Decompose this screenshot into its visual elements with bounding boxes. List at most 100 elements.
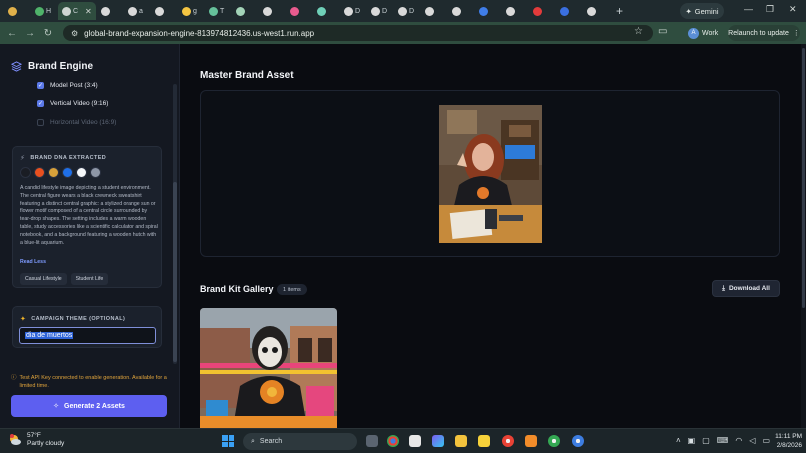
download-label: Download All xyxy=(728,285,770,292)
tag-chip: Student Life xyxy=(70,273,109,285)
browser-tab[interactable]: C ✕ xyxy=(58,2,96,20)
browser-tab[interactable] xyxy=(421,2,447,20)
browser-tab[interactable]: D xyxy=(394,2,420,20)
format-option-model-post[interactable]: ✓ Model Post (3:4) xyxy=(37,82,98,89)
browser-tab[interactable] xyxy=(475,2,501,20)
address-bar[interactable]: ⚙ global-brand-expansion-engine-81397481… xyxy=(63,25,653,41)
chrome-alt-icon[interactable] xyxy=(572,435,584,447)
task-view-icon[interactable] xyxy=(366,435,378,447)
cast-icon[interactable]: ▭ xyxy=(658,26,667,37)
relaunch-button[interactable]: Relaunch to update ⋮ xyxy=(728,25,800,41)
close-window-button[interactable]: ✕ xyxy=(789,4,797,15)
gallery-item[interactable] xyxy=(200,308,337,428)
browser-tab[interactable] xyxy=(529,2,555,20)
chrome-icon[interactable] xyxy=(387,435,399,447)
layers-icon xyxy=(11,61,22,72)
start-button[interactable] xyxy=(222,435,234,447)
browser-tab[interactable]: a xyxy=(124,2,150,20)
notification-icon[interactable]: ▣ xyxy=(688,436,696,445)
generate-assets-button[interactable]: ✧ Generate 2 Assets xyxy=(11,395,167,417)
browser-tab[interactable] xyxy=(502,2,528,20)
browser-tab[interactable]: D xyxy=(367,2,393,20)
color-swatch[interactable] xyxy=(62,167,73,178)
tab-label: C xyxy=(73,7,79,15)
restore-button[interactable]: ❐ xyxy=(766,4,774,15)
chrome-work-icon[interactable] xyxy=(548,435,560,447)
format-option-horizontal-video[interactable]: Horizontal Video (16:9) xyxy=(37,119,116,126)
browser-tab[interactable] xyxy=(313,2,339,20)
forward-icon[interactable]: → xyxy=(21,28,39,39)
copilot-icon[interactable] xyxy=(432,435,444,447)
magic-wand-icon: ⚡ xyxy=(20,155,26,162)
color-swatch[interactable] xyxy=(20,167,31,178)
campaign-theme-input[interactable]: dia de muertos xyxy=(19,327,156,344)
browser-tab[interactable] xyxy=(448,2,474,20)
tab-favicon-icon xyxy=(290,6,299,16)
sidebar-scroll-thumb[interactable] xyxy=(173,182,177,362)
color-swatch[interactable] xyxy=(48,167,59,178)
color-swatch[interactable] xyxy=(34,167,45,178)
master-asset-image[interactable] xyxy=(439,105,542,243)
profile-button[interactable]: A Work xyxy=(688,25,724,41)
clock-date: 2/8/2026 xyxy=(776,441,802,449)
screen: H C ✕ a g T D D D + ✦ Gemini — ❐ ✕ ← → ↻ ⚙ globa… xyxy=(0,0,806,453)
tag-chip: Casual Lifestyle xyxy=(20,273,67,285)
browser-tab[interactable] xyxy=(97,2,123,20)
read-less-link[interactable]: Read Less xyxy=(20,259,46,265)
browser-tab[interactable]: D xyxy=(340,2,366,20)
browser-tab[interactable]: T xyxy=(205,2,231,20)
weather-temp: 57°F xyxy=(27,432,41,439)
back-icon[interactable]: ← xyxy=(3,28,21,39)
new-tab-button[interactable]: + xyxy=(616,4,623,18)
bookmark-star-icon[interactable]: ☆ xyxy=(634,26,643,37)
app-icon[interactable] xyxy=(525,435,537,447)
tab-favicon-icon xyxy=(533,6,542,16)
browser-tab[interactable]: H xyxy=(31,2,57,20)
check-icon[interactable]: ✓ xyxy=(37,82,44,89)
keyboard-icon[interactable]: ⌨ xyxy=(717,436,729,445)
format-option-vertical-video[interactable]: ✓ Vertical Video (9:16) xyxy=(37,100,108,107)
magic-wand-icon: ✧ xyxy=(53,403,60,410)
browser-tab[interactable] xyxy=(286,2,312,20)
close-tab-icon[interactable]: ✕ xyxy=(85,7,92,16)
browser-tab[interactable] xyxy=(259,2,285,20)
api-key-warning: ⓘ Test API Key connected to enable gener… xyxy=(11,374,171,390)
gemini-button[interactable]: ✦ Gemini xyxy=(680,3,724,19)
wifi-icon[interactable]: ◠ xyxy=(735,436,742,445)
browser-tab[interactable] xyxy=(583,2,609,20)
sparkle-icon: ✦ xyxy=(685,6,692,16)
sticky-notes-icon[interactable] xyxy=(478,435,490,447)
clock[interactable]: 11:11 PM 2/8/2026 xyxy=(766,433,802,450)
page-scroll-thumb[interactable] xyxy=(802,48,805,308)
color-swatch[interactable] xyxy=(76,167,87,178)
campaign-theme-title: ✦ CAMPAIGN THEME (OPTIONAL) xyxy=(20,315,125,323)
browser-tab[interactable]: g xyxy=(178,2,204,20)
browser-tab[interactable] xyxy=(151,2,177,20)
site-settings-icon[interactable]: ⚙ xyxy=(71,29,78,38)
reload-icon[interactable]: ↻ xyxy=(39,28,57,39)
file-explorer-icon[interactable] xyxy=(455,435,467,447)
minimize-button[interactable]: — xyxy=(744,4,753,14)
tag-list: Casual Lifestyle Student Life xyxy=(20,273,109,285)
relaunch-label: Relaunch to update xyxy=(728,29,789,37)
store-icon[interactable] xyxy=(409,435,421,447)
browser-tab[interactable] xyxy=(4,2,30,20)
download-all-button[interactable]: ⤓ Download All xyxy=(712,280,780,297)
browser-tab[interactable] xyxy=(556,2,582,20)
chrome-profile-icon[interactable] xyxy=(502,435,514,447)
weather-widget[interactable]: 57°F Partly cloudy xyxy=(8,432,64,448)
check-icon[interactable]: ✓ xyxy=(37,100,44,107)
volume-icon[interactable]: ◁ xyxy=(749,436,755,445)
display-icon[interactable]: ▢ xyxy=(702,436,710,445)
tab-label: a xyxy=(139,7,143,15)
browser-tab[interactable] xyxy=(232,2,258,20)
brand-dna-description: A candid lifestyle image depicting a stu… xyxy=(20,185,158,246)
chevron-up-icon[interactable]: ˄ xyxy=(676,436,681,445)
taskbar-search[interactable]: ⌕ Search xyxy=(243,433,357,450)
kebab-menu-icon[interactable]: ⋮ xyxy=(793,29,800,37)
tab-list: H C ✕ a g T D D D xyxy=(0,0,610,22)
checkbox-unchecked[interactable] xyxy=(37,119,44,126)
color-swatch[interactable] xyxy=(90,167,101,178)
clock-time: 11:11 PM xyxy=(775,433,802,440)
format-label: Model Post (3:4) xyxy=(50,82,98,89)
